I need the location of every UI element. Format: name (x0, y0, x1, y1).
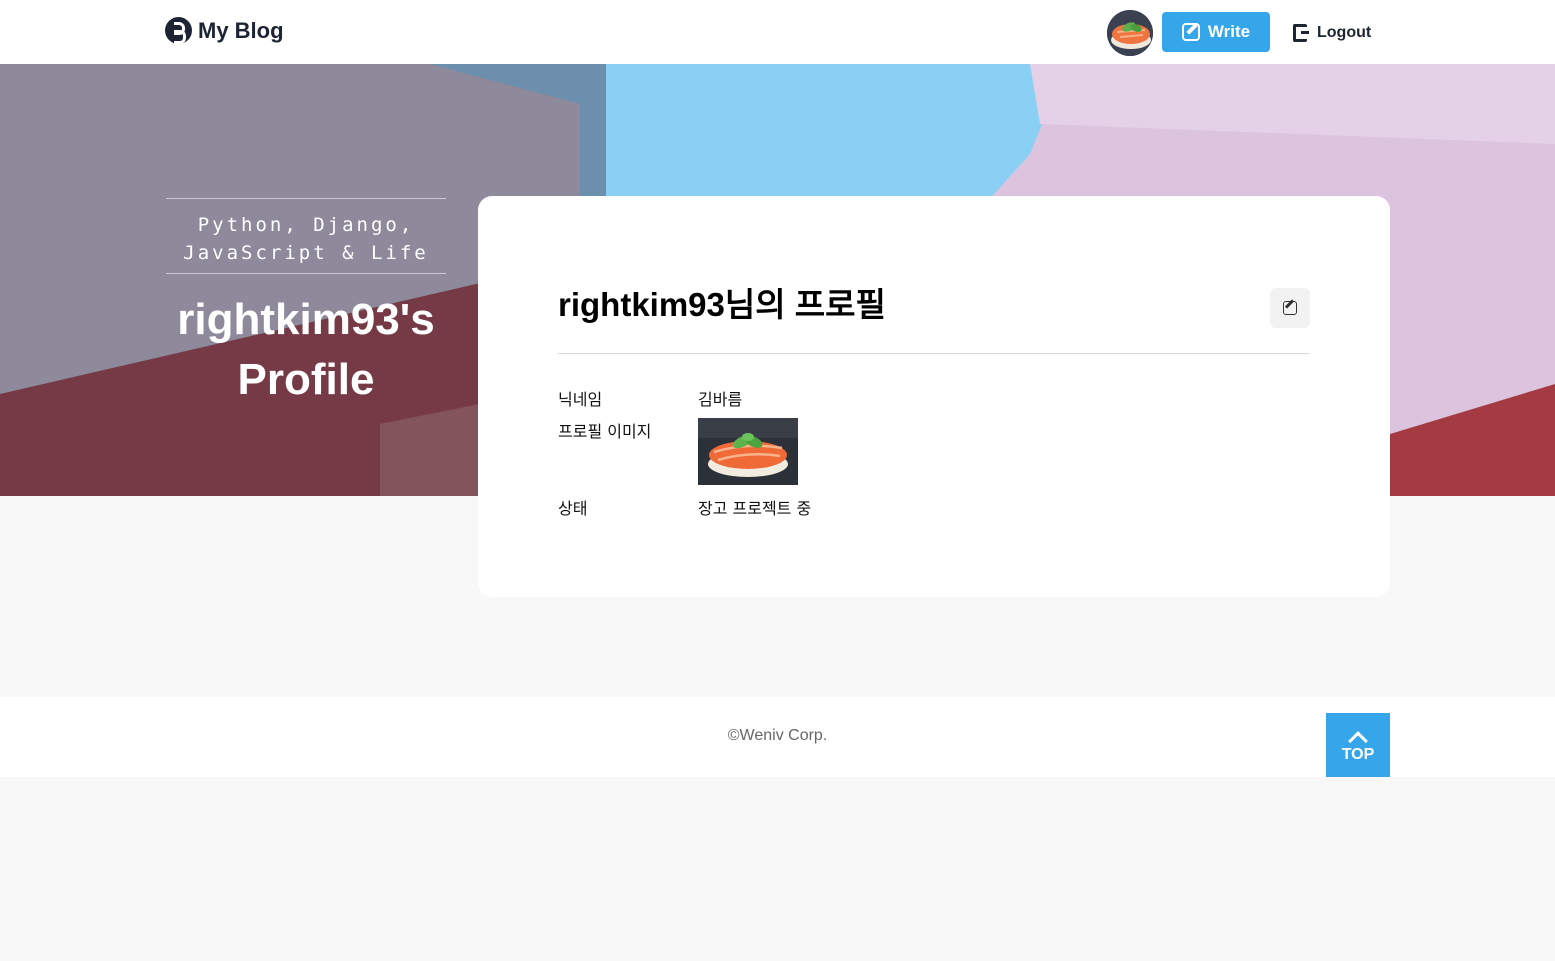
profile-image-label: 프로필 이미지 (558, 422, 652, 441)
profile-card: rightkim93님의 프로필 닉네임 김바름 프로필 이미지 상태 장고 프… (478, 196, 1390, 597)
write-button[interactable]: Write (1162, 12, 1270, 52)
hero-subtitle-line: Python, Django, (197, 214, 415, 236)
nickname-value: 김바름 (698, 390, 743, 409)
hero-title: rightkim93's Profile (146, 290, 466, 410)
logo-text: My Blog (198, 17, 284, 43)
profile-image (698, 418, 798, 485)
site-footer: ©Weniv Corp. (0, 697, 1555, 777)
logout-button-label: Logout (1317, 24, 1372, 41)
hero-subtitle: Python, Django, JavaScript & Life (166, 198, 446, 274)
logout-icon (1293, 24, 1309, 42)
scroll-to-top-button[interactable]: TOP (1326, 713, 1390, 777)
edit-icon (1283, 301, 1297, 315)
site-header: My Blog Write Logout (0, 0, 1555, 64)
profile-heading: rightkim93님의 프로필 (558, 286, 886, 323)
status-label: 상태 (558, 499, 588, 518)
user-avatar[interactable] (1107, 10, 1153, 56)
divider (558, 353, 1310, 354)
blog-logo[interactable]: My Blog (165, 17, 284, 44)
hero-title-line: Profile (237, 355, 375, 404)
hero-title-line: rightkim93's (177, 295, 435, 344)
edit-profile-button[interactable] (1270, 288, 1310, 328)
edit-icon (1181, 23, 1200, 41)
hero-subtitle-line: JavaScript & Life (183, 242, 429, 264)
logo-icon (165, 17, 192, 44)
copyright-text: ©Weniv Corp. (727, 727, 828, 744)
logout-button[interactable]: Logout (1293, 20, 1371, 46)
status-value: 장고 프로젝트 중 (698, 499, 812, 518)
write-button-label: Write (1207, 22, 1251, 41)
nickname-label: 닉네임 (558, 390, 603, 409)
